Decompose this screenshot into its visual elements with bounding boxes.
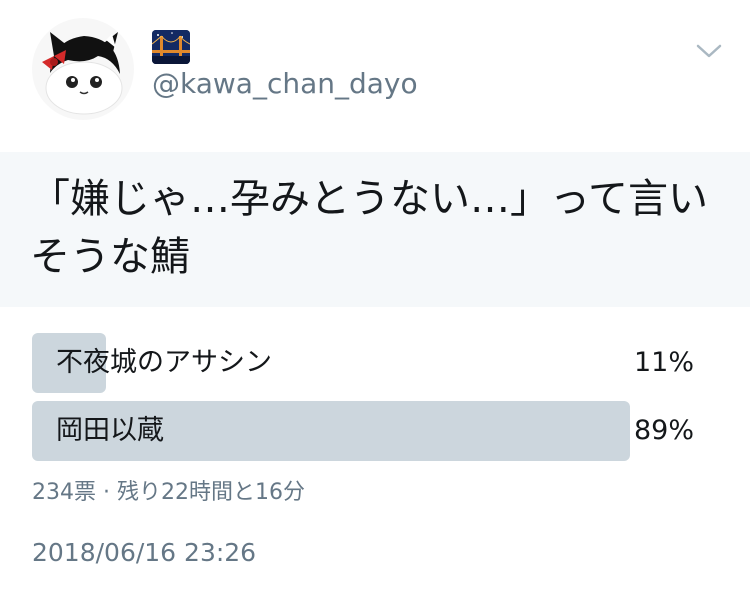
poll-option-2-percent: 89% bbox=[633, 415, 694, 446]
tweet-text: 「嫌じゃ…孕みとうない…」って言いそうな鯖 bbox=[30, 176, 708, 280]
tweet-timestamp[interactable]: 2018/06/16 23:26 bbox=[32, 533, 256, 573]
poll-option-1[interactable]: 不夜城のアサシン 11% bbox=[32, 333, 704, 393]
night-bridge-emoji bbox=[152, 30, 190, 64]
user-handle[interactable]: @kawa_chan_dayo bbox=[152, 66, 418, 102]
avatar[interactable] bbox=[32, 18, 134, 120]
poll-option-2-label: 岡田以蔵 bbox=[56, 415, 164, 446]
avatar-image bbox=[42, 32, 123, 115]
poll-option-1-label: 不夜城のアサシン bbox=[56, 347, 272, 378]
poll-meta: 234票 · 残り22時間と16分 bbox=[32, 480, 305, 505]
chevron-down-icon[interactable] bbox=[692, 36, 726, 66]
poll-option-1-percent: 11% bbox=[633, 347, 694, 378]
poll-option-2[interactable]: 岡田以蔵 89% bbox=[32, 401, 704, 461]
